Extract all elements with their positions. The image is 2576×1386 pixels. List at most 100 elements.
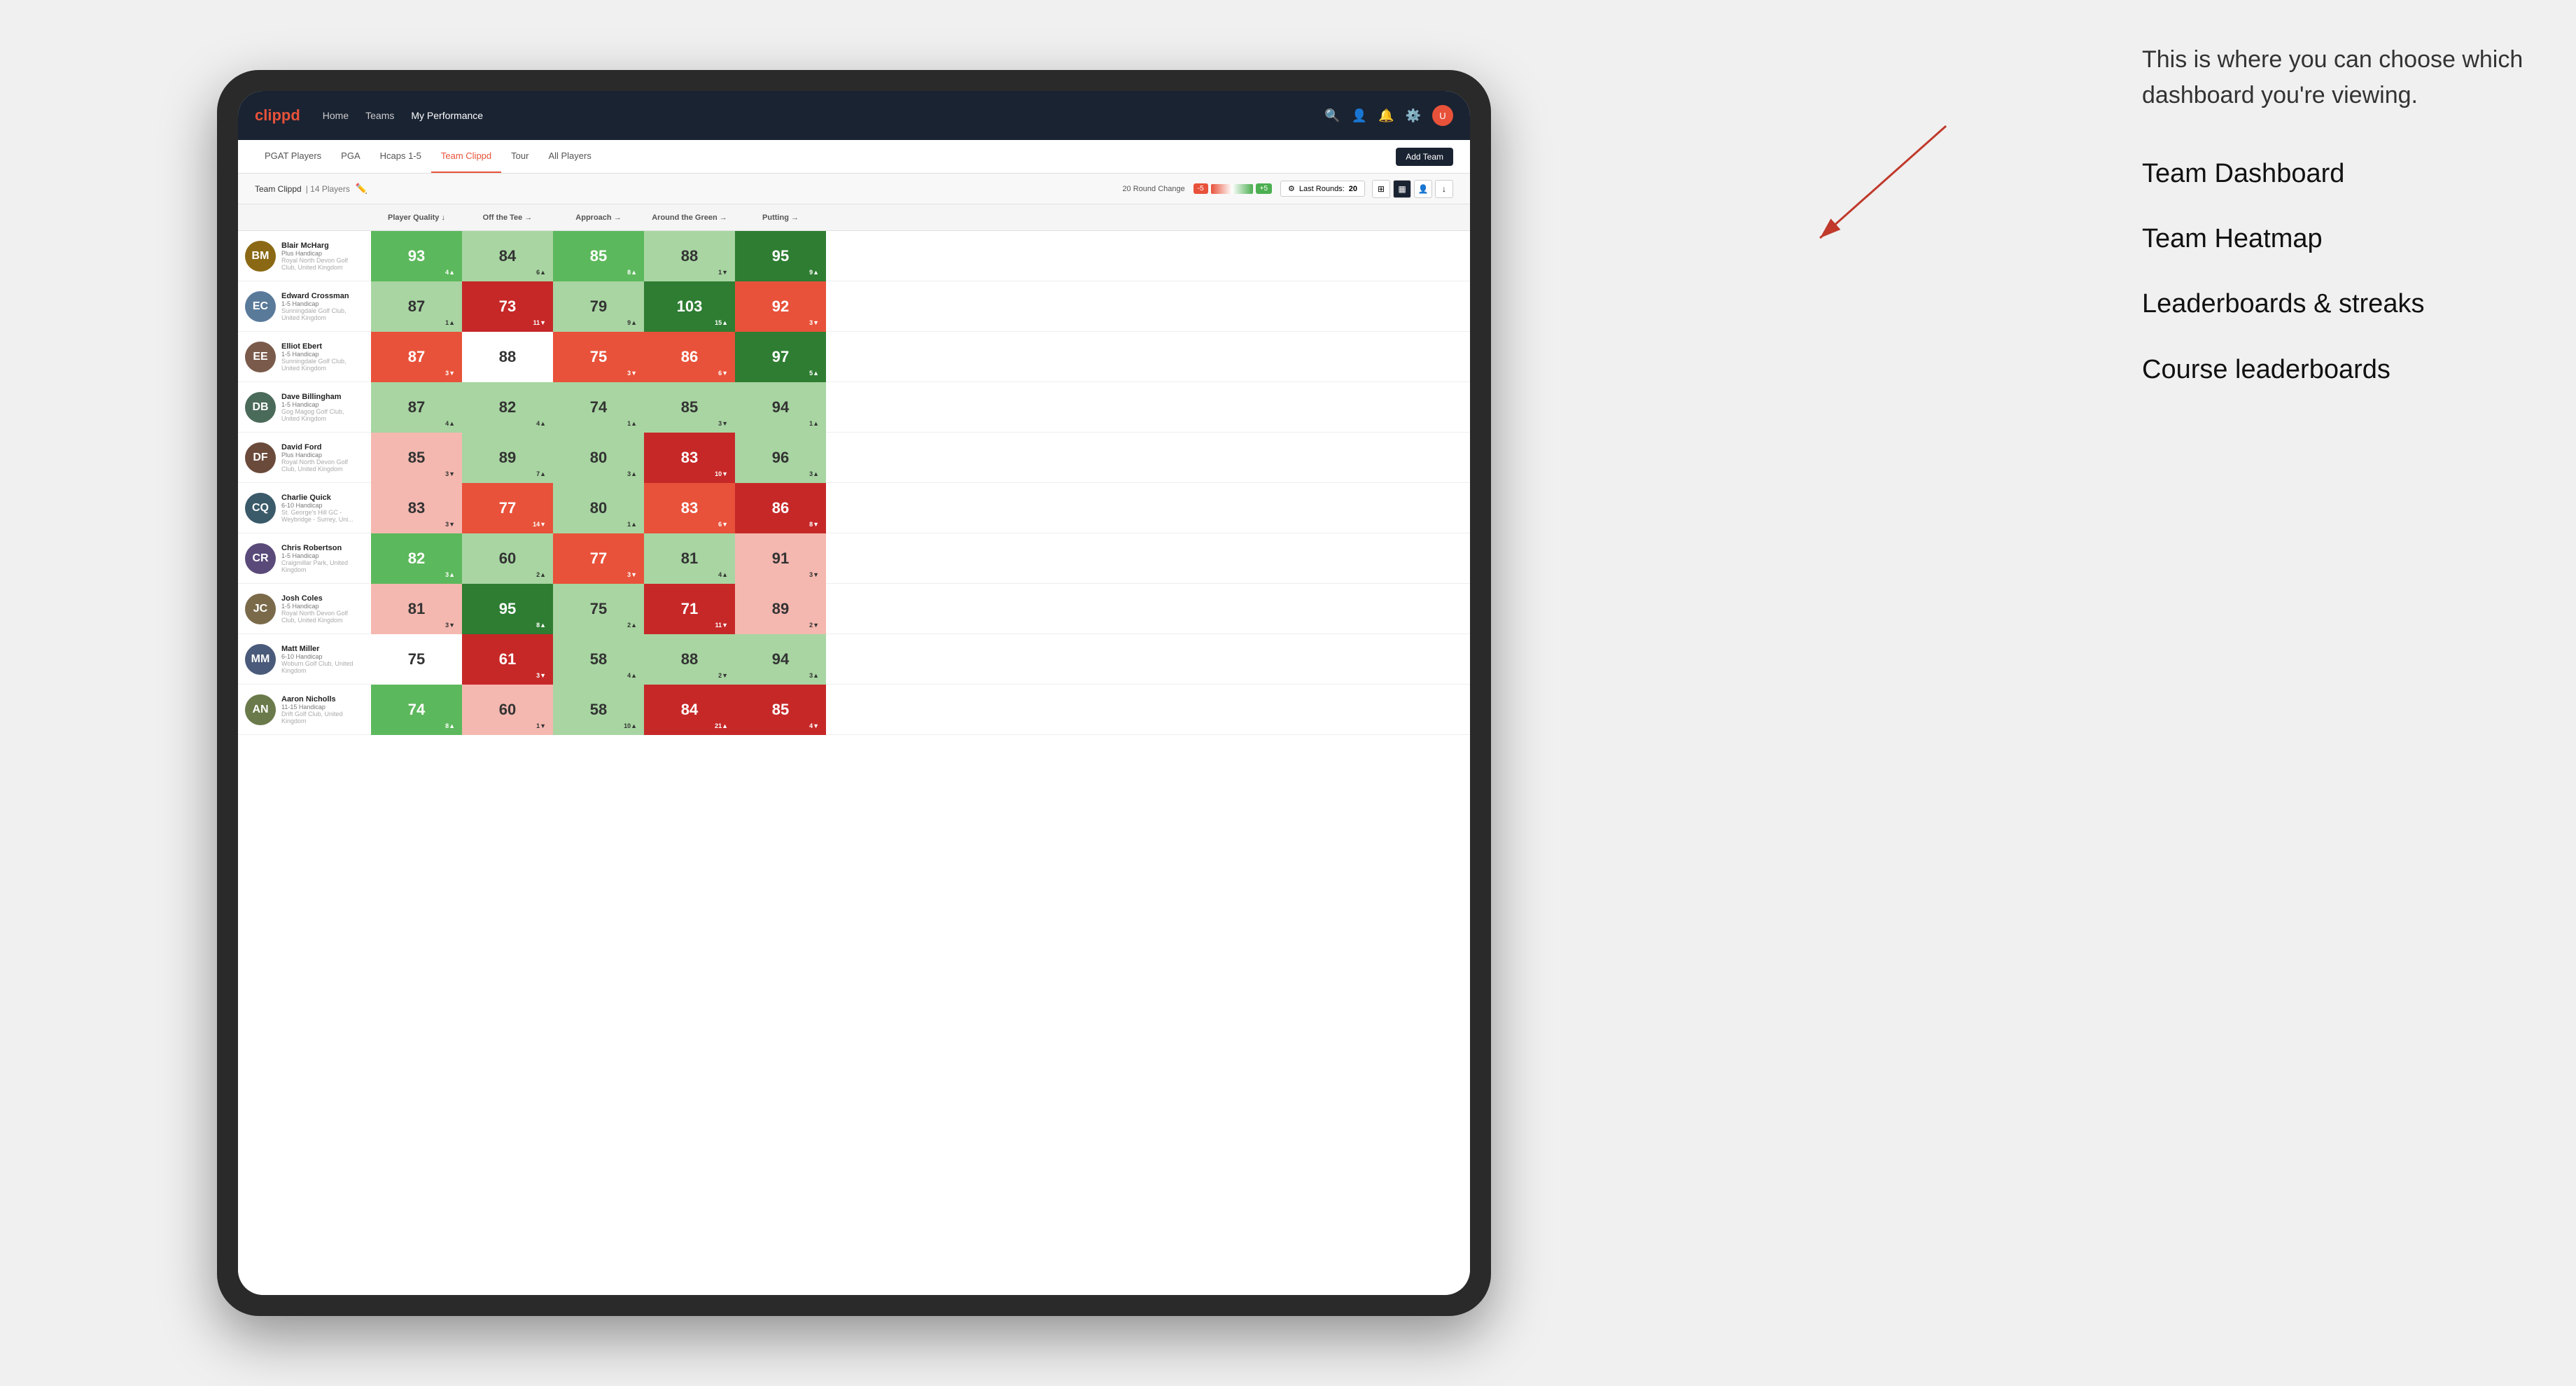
player-info: ECEdward Crossman1-5 HandicapSunningdale…	[238, 291, 371, 322]
table-row[interactable]: ECEdward Crossman1-5 HandicapSunningdale…	[238, 281, 1470, 332]
nav-icons: 🔍 👤 🔔 ⚙️ U	[1324, 105, 1453, 126]
table-row[interactable]: MMMatt Miller6-10 HandicapWoburn Golf Cl…	[238, 634, 1470, 685]
player-club: St. George's Hill GC - Weybridge - Surre…	[281, 509, 364, 523]
user-icon[interactable]: 👤	[1352, 108, 1367, 123]
score-change: 3▲	[809, 672, 819, 679]
col-header-putting[interactable]: Putting →	[735, 214, 826, 222]
sub-header: Team Clippd | 14 Players ✏️ 20 Round Cha…	[238, 174, 1470, 204]
player-handicap: Plus Handicap	[281, 451, 364, 458]
score-change: 15▲	[715, 319, 728, 326]
score-value: 95	[499, 600, 516, 618]
score-change: 10▲	[624, 722, 637, 729]
score-value: 85	[681, 398, 698, 416]
col-header-quality[interactable]: Player Quality ↓	[371, 214, 462, 222]
team-name-label: Team Clippd	[255, 184, 302, 194]
table-row[interactable]: CQCharlie Quick6-10 HandicapSt. George's…	[238, 483, 1470, 533]
score-change: 1▼	[536, 722, 546, 729]
table-row[interactable]: ANAaron Nicholls11-15 HandicapDrift Golf…	[238, 685, 1470, 735]
player-info: EEElliot Ebert1-5 HandicapSunningdale Go…	[238, 342, 371, 372]
score-cell: 814▲	[644, 533, 735, 584]
score-value: 96	[772, 449, 789, 467]
player-info: DFDavid FordPlus HandicapRoyal North Dev…	[238, 442, 371, 473]
player-handicap: 1-5 Handicap	[281, 552, 364, 559]
player-info: BMBlair McHargPlus HandicapRoyal North D…	[238, 241, 371, 272]
nav-my-performance[interactable]: My Performance	[411, 110, 483, 121]
score-change: 3▼	[809, 571, 819, 578]
score-change: 8▲	[445, 722, 455, 729]
edit-icon[interactable]: ✏️	[356, 183, 368, 195]
player-info: CQCharlie Quick6-10 HandicapSt. George's…	[238, 493, 371, 524]
player-handicap: 1-5 Handicap	[281, 603, 364, 610]
tab-team-clippd[interactable]: Team Clippd	[431, 140, 501, 173]
score-cell: 5810▲	[553, 685, 644, 735]
table-row[interactable]: EEElliot Ebert1-5 HandicapSunningdale Go…	[238, 332, 1470, 382]
nav-home[interactable]: Home	[323, 110, 349, 121]
round-badge-neg: -5	[1194, 183, 1208, 194]
score-value: 86	[772, 499, 789, 517]
bell-icon[interactable]: 🔔	[1378, 108, 1394, 123]
player-name: Josh Coles	[281, 594, 364, 603]
table-row[interactable]: BMBlair McHargPlus HandicapRoyal North D…	[238, 231, 1470, 281]
score-cell: 773▼	[553, 533, 644, 584]
score-cell: 882▼	[644, 634, 735, 685]
table-view-button[interactable]: ▦	[1393, 180, 1411, 198]
nav-items: Home Teams My Performance	[323, 110, 1325, 121]
score-value: 82	[499, 398, 516, 416]
player-club: Woburn Golf Club, United Kingdom	[281, 660, 364, 674]
person-view-button[interactable]: 👤	[1414, 180, 1432, 198]
score-value: 93	[408, 247, 425, 265]
score-cell: 752▲	[553, 584, 644, 634]
player-avatar: BM	[245, 241, 276, 272]
col-header-approach[interactable]: Approach →	[553, 214, 644, 222]
score-cell: 853▼	[371, 433, 462, 483]
grid-view-button[interactable]: ⊞	[1372, 180, 1390, 198]
score-cell: 853▼	[644, 382, 735, 433]
score-value: 80	[590, 449, 607, 467]
table-row[interactable]: DFDavid FordPlus HandicapRoyal North Dev…	[238, 433, 1470, 483]
add-team-button[interactable]: Add Team	[1396, 148, 1453, 166]
table-row[interactable]: DBDave Billingham1-5 HandicapGog Magog G…	[238, 382, 1470, 433]
score-change: 1▲	[445, 319, 455, 326]
score-value: 97	[772, 348, 789, 366]
last-rounds-button[interactable]: ⚙ Last Rounds: 20	[1280, 181, 1365, 197]
settings-icon[interactable]: ⚙️	[1406, 108, 1421, 123]
player-club: Craigmillar Park, United Kingdom	[281, 559, 364, 573]
score-cell: 10315▲	[644, 281, 735, 332]
player-avatar: MM	[245, 644, 276, 675]
score-cell: 923▼	[735, 281, 826, 332]
table-row[interactable]: JCJosh Coles1-5 HandicapRoyal North Devo…	[238, 584, 1470, 634]
score-change: 11▼	[715, 622, 728, 629]
tab-pga[interactable]: PGA	[331, 140, 370, 173]
score-cell: 868▼	[735, 483, 826, 533]
score-cell: 88	[462, 332, 553, 382]
tab-tour[interactable]: Tour	[501, 140, 538, 173]
score-cell: 7311▼	[462, 281, 553, 332]
tab-pgat-players[interactable]: PGAT Players	[255, 140, 331, 173]
nav-teams[interactable]: Teams	[365, 110, 394, 121]
score-value: 89	[772, 600, 789, 618]
avatar[interactable]: U	[1432, 105, 1453, 126]
search-icon[interactable]: 🔍	[1324, 108, 1340, 123]
score-cell: 803▲	[553, 433, 644, 483]
player-details: Elliot Ebert1-5 HandicapSunningdale Golf…	[281, 342, 364, 372]
player-info: DBDave Billingham1-5 HandicapGog Magog G…	[238, 392, 371, 423]
score-change: 3▼	[445, 521, 455, 528]
gradient-bar	[1211, 184, 1253, 194]
tab-hcaps[interactable]: Hcaps 1-5	[370, 140, 431, 173]
score-value: 85	[772, 701, 789, 719]
score-value: 82	[408, 550, 425, 568]
col-header-tee[interactable]: Off the Tee →	[462, 214, 553, 222]
table-header: Player Quality ↓ Off the Tee → Approach …	[238, 204, 1470, 231]
score-change: 2▼	[718, 672, 728, 679]
player-name: David Ford	[281, 443, 364, 451]
score-cell: 892▼	[735, 584, 826, 634]
player-name: Aaron Nicholls	[281, 695, 364, 704]
score-cell: 871▲	[371, 281, 462, 332]
player-name: Charlie Quick	[281, 493, 364, 502]
player-avatar: DB	[245, 392, 276, 423]
score-value: 83	[681, 449, 698, 467]
col-header-green[interactable]: Around the Green →	[644, 214, 735, 222]
tab-all-players[interactable]: All Players	[538, 140, 601, 173]
download-view-button[interactable]: ↓	[1435, 180, 1453, 198]
table-row[interactable]: CRChris Robertson1-5 HandicapCraigmillar…	[238, 533, 1470, 584]
